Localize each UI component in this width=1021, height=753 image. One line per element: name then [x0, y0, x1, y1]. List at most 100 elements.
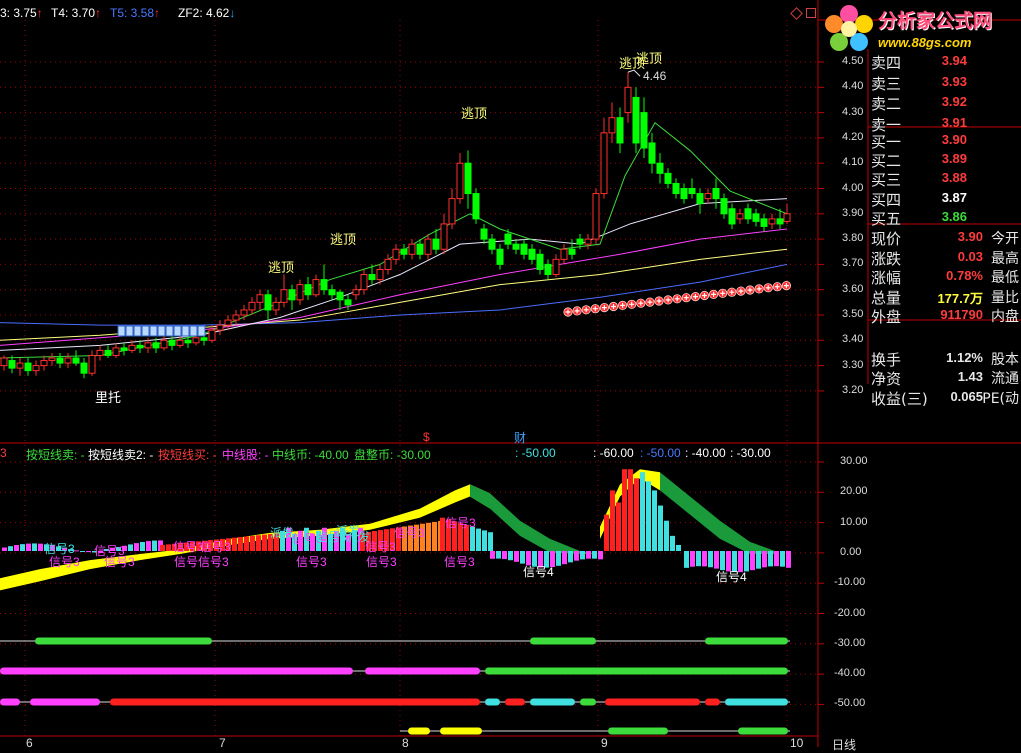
- candle-body: [752, 213, 760, 222]
- high-price-label: 4.46: [643, 69, 667, 83]
- date-label-3: 8: [402, 736, 409, 750]
- signal-box: [157, 325, 166, 337]
- candle-body: [704, 193, 712, 200]
- price-tick: 4.50: [842, 55, 864, 67]
- indicator-item-2: 按短线卖2: -: [88, 448, 154, 462]
- histogram-bar: [670, 535, 675, 551]
- candle-body: [632, 96, 640, 144]
- ma-line-blue: [0, 263, 788, 326]
- candle-body: [192, 337, 200, 344]
- candle-body: [48, 357, 56, 362]
- candle-body: [432, 238, 440, 250]
- histogram-bar: [490, 551, 495, 559]
- candle-body: [536, 253, 544, 270]
- signal3-label-o: 信号3: [444, 555, 475, 569]
- escape-top-label-3: 逃顶: [461, 106, 488, 121]
- histogram-bar: [690, 551, 695, 567]
- histogram-bar: [256, 535, 261, 551]
- candle-body: [576, 238, 584, 245]
- histogram-bar: [86, 551, 91, 553]
- indicator-item-5: 中线币: -40.00: [272, 448, 349, 462]
- stat-row-value: 0.03: [957, 248, 983, 264]
- bid-row-value: 3.90: [941, 132, 967, 147]
- indicator-item-1: 按短线卖: -: [26, 448, 85, 462]
- candle-body: [184, 339, 192, 344]
- candle-body: [376, 268, 384, 281]
- indicator-tick: 10.00: [840, 515, 868, 528]
- stat-row-value: 0.78%: [946, 268, 983, 283]
- histogram-bar: [684, 551, 689, 568]
- histogram-bar: [708, 551, 713, 568]
- indicator-item-8: : -60.00: [593, 446, 634, 460]
- histogram-bar: [786, 551, 791, 568]
- histogram-bar: [508, 551, 513, 561]
- candle-body: [368, 274, 376, 281]
- candle-body: [728, 208, 736, 225]
- histogram-bar: [482, 530, 487, 551]
- indicator-tick: 30.00: [840, 455, 868, 467]
- signal-box: [133, 325, 142, 337]
- histogram-bar: [262, 534, 267, 551]
- histogram-bar: [774, 551, 779, 567]
- histogram-bar: [32, 543, 37, 551]
- status-lane-segment: [0, 698, 20, 706]
- histogram-bar: [640, 472, 645, 551]
- price-tick: 3.60: [842, 282, 864, 295]
- bid-row-value: 3.87: [941, 189, 967, 205]
- histogram-bar: [622, 469, 627, 551]
- stat-row-value: 3.90: [957, 229, 983, 244]
- candle-body: [336, 291, 344, 301]
- indicator-tick: -20.00: [834, 606, 866, 619]
- signal-box: [117, 325, 126, 337]
- escape-top-label-5: 逃顶: [636, 51, 663, 66]
- candle-body: [360, 274, 368, 291]
- histogram-bar: [652, 490, 657, 551]
- histogram-bar: [592, 551, 597, 559]
- signal3-label-k: 信号3: [394, 526, 425, 540]
- candle-body: [168, 339, 176, 346]
- signal-box: [173, 325, 182, 337]
- ma-readout-2-text: T4: 3.70: [51, 6, 96, 20]
- indicator-item-9: : -50.00: [640, 446, 681, 460]
- status-lane-segment: [485, 698, 500, 706]
- ma-readout-3: T5: 3.58↑: [110, 6, 160, 20]
- histogram-bar: [14, 545, 19, 551]
- status-lane-segment: [505, 698, 525, 706]
- signal3-label-l: 信号3: [445, 516, 476, 530]
- candle-body: [712, 188, 720, 200]
- candle-body: [256, 294, 264, 303]
- histogram-bar: [574, 551, 579, 561]
- ask-row-value: 3.92: [941, 94, 967, 109]
- histogram-bar: [598, 551, 603, 560]
- candle-body: [200, 337, 208, 341]
- indicator-item-4: 中线股: -: [222, 448, 269, 462]
- histogram-bar: [562, 551, 567, 565]
- candle-body: [552, 258, 560, 276]
- status-lane-segment: [605, 698, 700, 706]
- signal-box: [189, 325, 198, 337]
- indicator-tick: -30.00: [834, 636, 866, 649]
- candle-body: [600, 132, 608, 195]
- histogram-bar: [2, 547, 7, 551]
- ma-readout-2-arrow: ↑: [95, 6, 102, 20]
- stat-row-label: 收益(三): [871, 389, 928, 408]
- candle-body: [696, 193, 704, 205]
- signal-label-g: 信号: [174, 555, 199, 569]
- site-logo: 分析家公式网 www.88gs.com: [822, 2, 1021, 54]
- status-lane-segment: [110, 698, 480, 706]
- candle-body: [64, 357, 72, 364]
- histogram-bar: [676, 544, 681, 551]
- square-icon[interactable]: [806, 8, 816, 18]
- kline-chart[interactable]: [0, 0, 1021, 747]
- ma-readout-4: ZF2: 4.62↓: [178, 6, 235, 20]
- period-label[interactable]: 日线: [832, 736, 856, 753]
- signal-box: [141, 325, 150, 337]
- logo-title: 分析家公式网: [878, 10, 993, 32]
- status-lane-segment: [440, 727, 482, 735]
- candle-body: [120, 347, 128, 351]
- candle-body: [408, 243, 416, 255]
- candle-body: [640, 112, 648, 149]
- histogram-bar: [514, 551, 519, 562]
- candle-body: [560, 248, 568, 260]
- price-tick: 3.80: [842, 232, 864, 245]
